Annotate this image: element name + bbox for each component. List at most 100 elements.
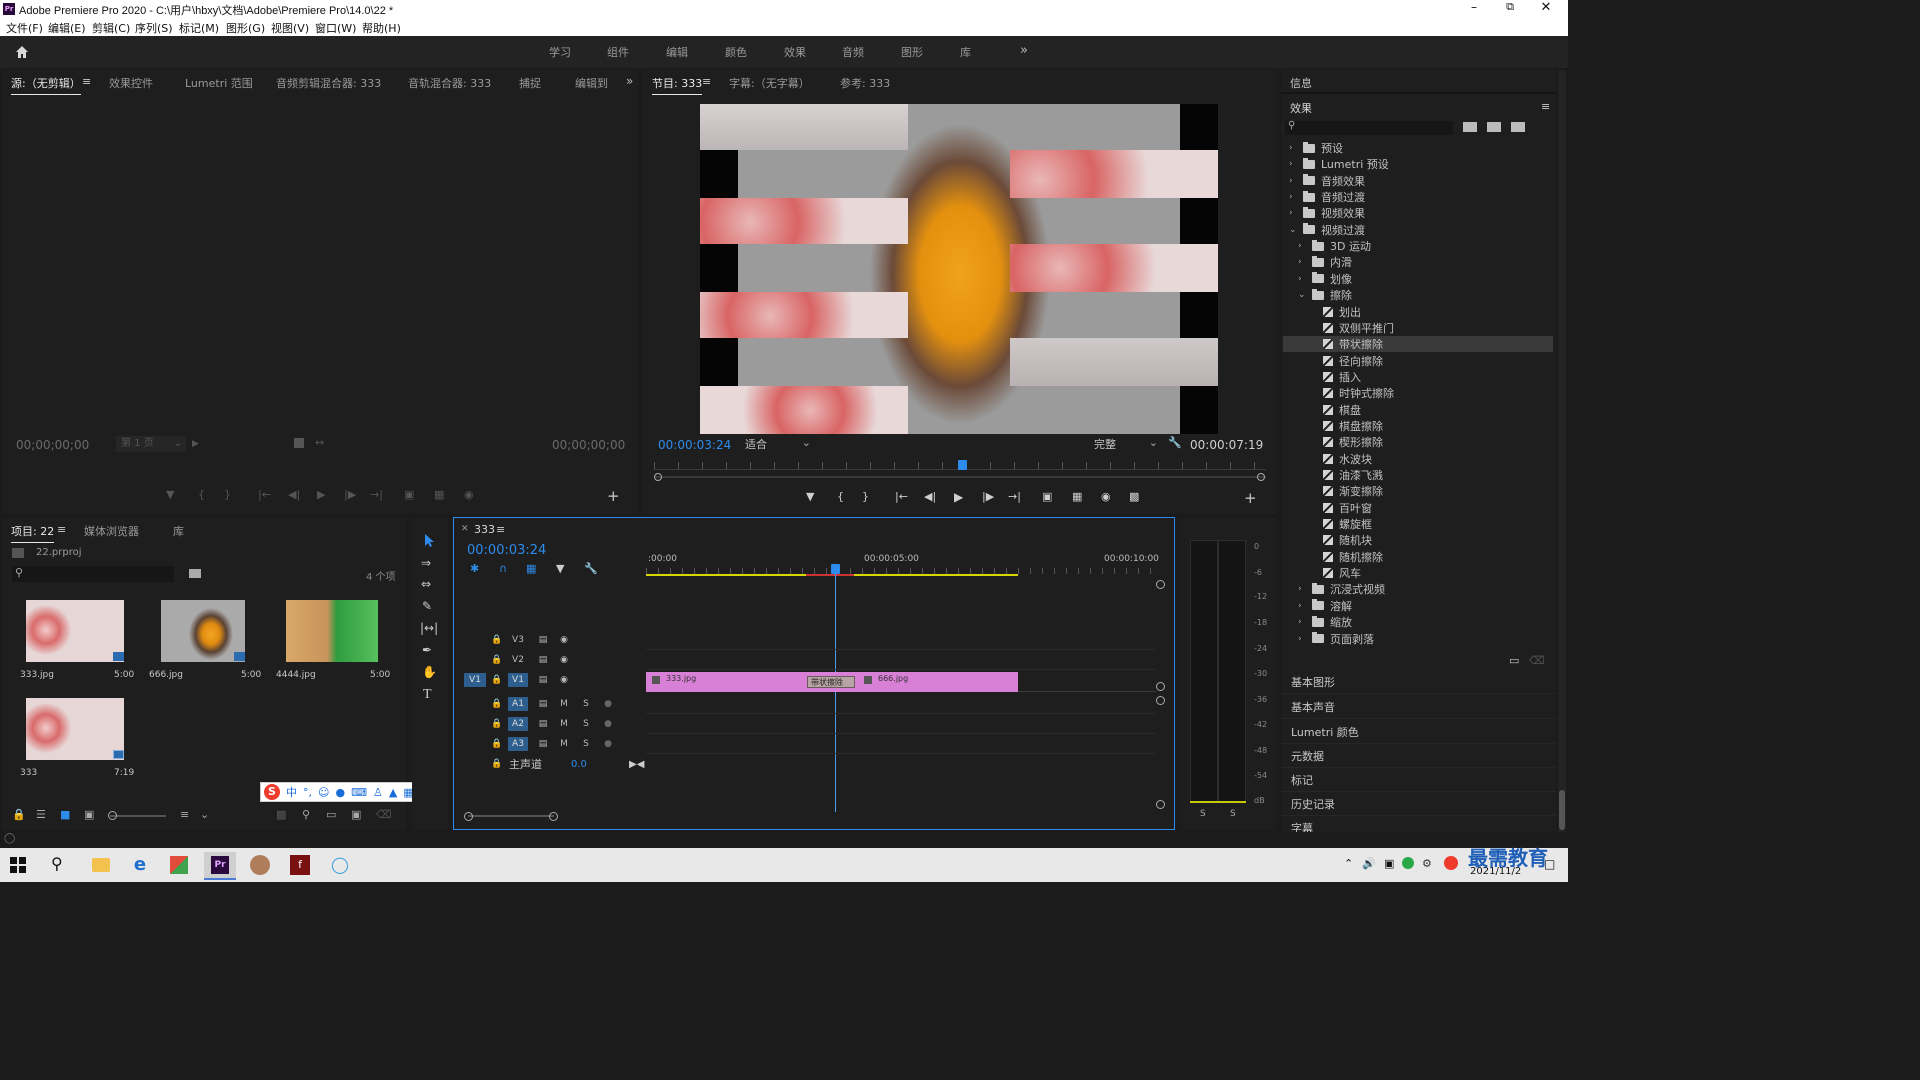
add-marker-icon[interactable]: ▼	[806, 490, 814, 503]
track-label[interactable]: V1	[508, 673, 528, 687]
effect-item[interactable]: 划出	[1283, 304, 1553, 320]
ime-lang[interactable]: 中	[286, 784, 297, 800]
mark-out-icon[interactable]: }	[224, 488, 231, 501]
clip-666[interactable]: 666.jpg	[828, 672, 1018, 692]
tabs-overflow-icon[interactable]: »	[626, 74, 633, 88]
effect-folder[interactable]: › 视频效果	[1283, 205, 1553, 221]
scroll-thumb[interactable]	[1559, 790, 1565, 830]
hscroll-handle-right[interactable]	[549, 812, 558, 821]
info-panel-label[interactable]: 信息	[1290, 75, 1312, 91]
home-icon[interactable]	[14, 44, 30, 60]
effect-folder[interactable]: ⌄ 擦除	[1283, 287, 1553, 303]
go-to-in-icon[interactable]: |←	[895, 490, 908, 503]
hand-tool-icon[interactable]: ✋	[422, 665, 437, 679]
source-play-forward-icon[interactable]: ▶	[192, 439, 199, 449]
source-page-select[interactable]: 第 1 页 ⌄	[116, 436, 186, 452]
project-item[interactable]: 333.jpg 5:00	[12, 596, 136, 686]
track-scroll-handle-top[interactable]	[1156, 580, 1165, 589]
step-back-icon[interactable]: ◀|	[288, 488, 300, 501]
chevron-right-icon[interactable]: ›	[1298, 274, 1308, 284]
effect-item[interactable]: 随机块	[1283, 532, 1553, 548]
effect-item[interactable]: 插入	[1283, 369, 1553, 385]
timeline-ruler[interactable]: :00:00 00:00:05:00 00:00:10:00	[646, 552, 1159, 576]
mark-in-icon[interactable]: {	[198, 488, 205, 501]
32bit-effects-icon[interactable]	[1487, 122, 1501, 132]
workspace-tab-effects[interactable]: 效果	[784, 44, 806, 60]
mic-icon[interactable]: ●	[601, 717, 615, 731]
workspace-overflow-icon[interactable]: »	[1020, 43, 1028, 58]
source-timecode-in[interactable]: 00;00;00;00	[16, 438, 89, 452]
workspace-tab-libraries[interactable]: 库	[960, 44, 971, 60]
play-icon[interactable]: ▶	[954, 490, 963, 504]
section-markers[interactable]: 标记	[1281, 768, 1556, 792]
tab-lumetri-scopes[interactable]: Lumetri 范围	[185, 75, 253, 91]
zoom-handle-right[interactable]	[1257, 473, 1265, 481]
track-label[interactable]: A1	[508, 697, 528, 711]
tab-media-browser[interactable]: 媒体浏览器	[84, 523, 139, 539]
icon-view-icon[interactable]: ■	[60, 808, 70, 821]
chevron-right-icon[interactable]: ›	[1298, 584, 1308, 594]
chevron-right-icon[interactable]: ›	[1289, 176, 1299, 186]
project-item[interactable]: 666.jpg 5:00	[141, 596, 265, 686]
menu-edit[interactable]: 编辑(E)	[48, 20, 86, 36]
meter-solo-right[interactable]: S	[1230, 809, 1236, 819]
effect-folder[interactable]: › Lumetri 预设	[1283, 156, 1553, 172]
trash-icon[interactable]: ⌫	[376, 808, 392, 821]
lock-icon[interactable]: 🔒	[490, 697, 504, 711]
workspace-tab-editing[interactable]: 编辑	[666, 44, 688, 60]
accelerated-effects-icon[interactable]	[1463, 122, 1477, 132]
slider-handle[interactable]	[108, 811, 117, 820]
effect-folder[interactable]: › 音频过渡	[1283, 189, 1553, 205]
razor-tool-icon[interactable]: ✎	[422, 599, 432, 613]
export-frame-icon[interactable]: ◉	[1101, 490, 1111, 503]
yuv-effects-icon[interactable]	[1511, 122, 1525, 132]
slip-tool-icon[interactable]: |↔|	[420, 621, 438, 635]
timeline-timecode[interactable]: 00:00:03:24	[467, 543, 546, 558]
flash-app-icon[interactable]: f	[290, 855, 310, 875]
network-icon[interactable]: ▣	[1384, 857, 1394, 870]
effect-item[interactable]: 水波块	[1283, 451, 1553, 467]
selection-tool-icon[interactable]	[421, 532, 437, 548]
tab-menu-icon[interactable]: ≡	[496, 523, 505, 536]
window-maximize-button[interactable]: ⧉	[1498, 0, 1522, 18]
volume-icon[interactable]: 🔊	[1362, 857, 1376, 870]
workspace-tab-assembly[interactable]: 组件	[607, 44, 629, 60]
menu-clip[interactable]: 剪辑(C)	[92, 20, 130, 36]
solo-button[interactable]: S	[579, 697, 593, 711]
master-go-icon[interactable]: ▶◀	[629, 759, 644, 770]
program-playhead[interactable]	[958, 460, 967, 470]
effect-item[interactable]: 棋盘擦除	[1283, 418, 1553, 434]
effect-item[interactable]: 油漆飞溅	[1283, 467, 1553, 483]
thumbnail-size-slider[interactable]	[110, 815, 166, 817]
chevron-right-icon[interactable]: ›	[1298, 634, 1308, 644]
step-forward-icon[interactable]: |▶	[982, 490, 994, 503]
lock-icon[interactable]: 🔒	[12, 808, 26, 821]
ie-browser-icon[interactable]: ◯	[330, 855, 350, 875]
effect-folder[interactable]: › 音频效果	[1283, 173, 1553, 189]
workspace-tab-learn[interactable]: 学习	[549, 44, 571, 60]
window-close-button[interactable]: ✕	[1534, 0, 1558, 18]
play-icon[interactable]: ▶	[317, 488, 325, 501]
tab-capture[interactable]: 捕捉	[519, 75, 541, 91]
chevron-down-icon[interactable]: ⌄	[1289, 225, 1299, 235]
effect-item[interactable]: 随机擦除	[1283, 549, 1553, 565]
effect-item[interactable]: 棋盘	[1283, 402, 1553, 418]
freeform-view-icon[interactable]: ▣	[84, 808, 94, 821]
track-select-tool-icon[interactable]: ⇒	[421, 556, 431, 570]
effect-item[interactable]: 双侧平推门	[1283, 320, 1553, 336]
effect-item[interactable]: 风车	[1283, 565, 1553, 581]
chevron-right-icon[interactable]: ›	[1298, 241, 1308, 251]
source-add-button-icon[interactable]: +	[607, 487, 620, 505]
new-bin-icon[interactable]: ▭	[1509, 654, 1519, 667]
mute-button[interactable]: M	[557, 717, 571, 731]
panel-menu-icon[interactable]: ≡	[1541, 100, 1550, 113]
lock-icon[interactable]: 🔒	[490, 673, 504, 687]
section-essential-graphics[interactable]: 基本图形	[1281, 670, 1556, 694]
section-history[interactable]: 历史记录	[1281, 792, 1556, 816]
hscroll-handle-left[interactable]	[464, 812, 473, 821]
mark-in-icon[interactable]: {	[837, 490, 844, 503]
compare-view-icon[interactable]: ▩	[1129, 490, 1139, 503]
effects-panel-label[interactable]: 效果	[1290, 100, 1312, 116]
tab-program[interactable]: 节目: 333	[652, 75, 703, 95]
tab-project[interactable]: 项目: 22	[11, 523, 55, 543]
